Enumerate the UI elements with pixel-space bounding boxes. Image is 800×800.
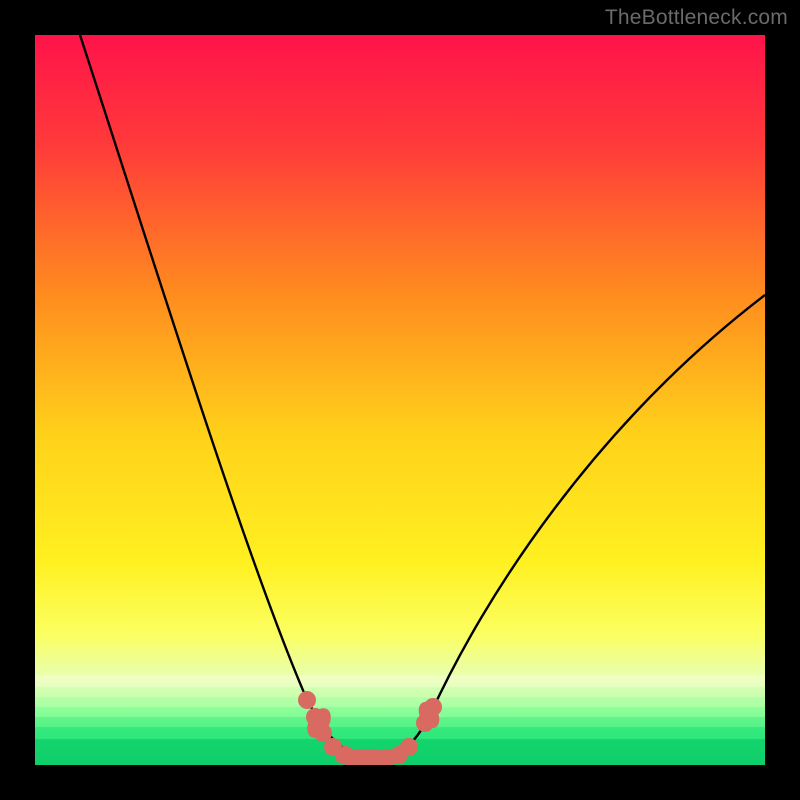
plot-area [35, 35, 765, 765]
watermark-text: TheBottleneck.com [605, 6, 788, 30]
background-gradient [35, 35, 765, 765]
chart-frame: TheBottleneck.com [0, 0, 800, 800]
